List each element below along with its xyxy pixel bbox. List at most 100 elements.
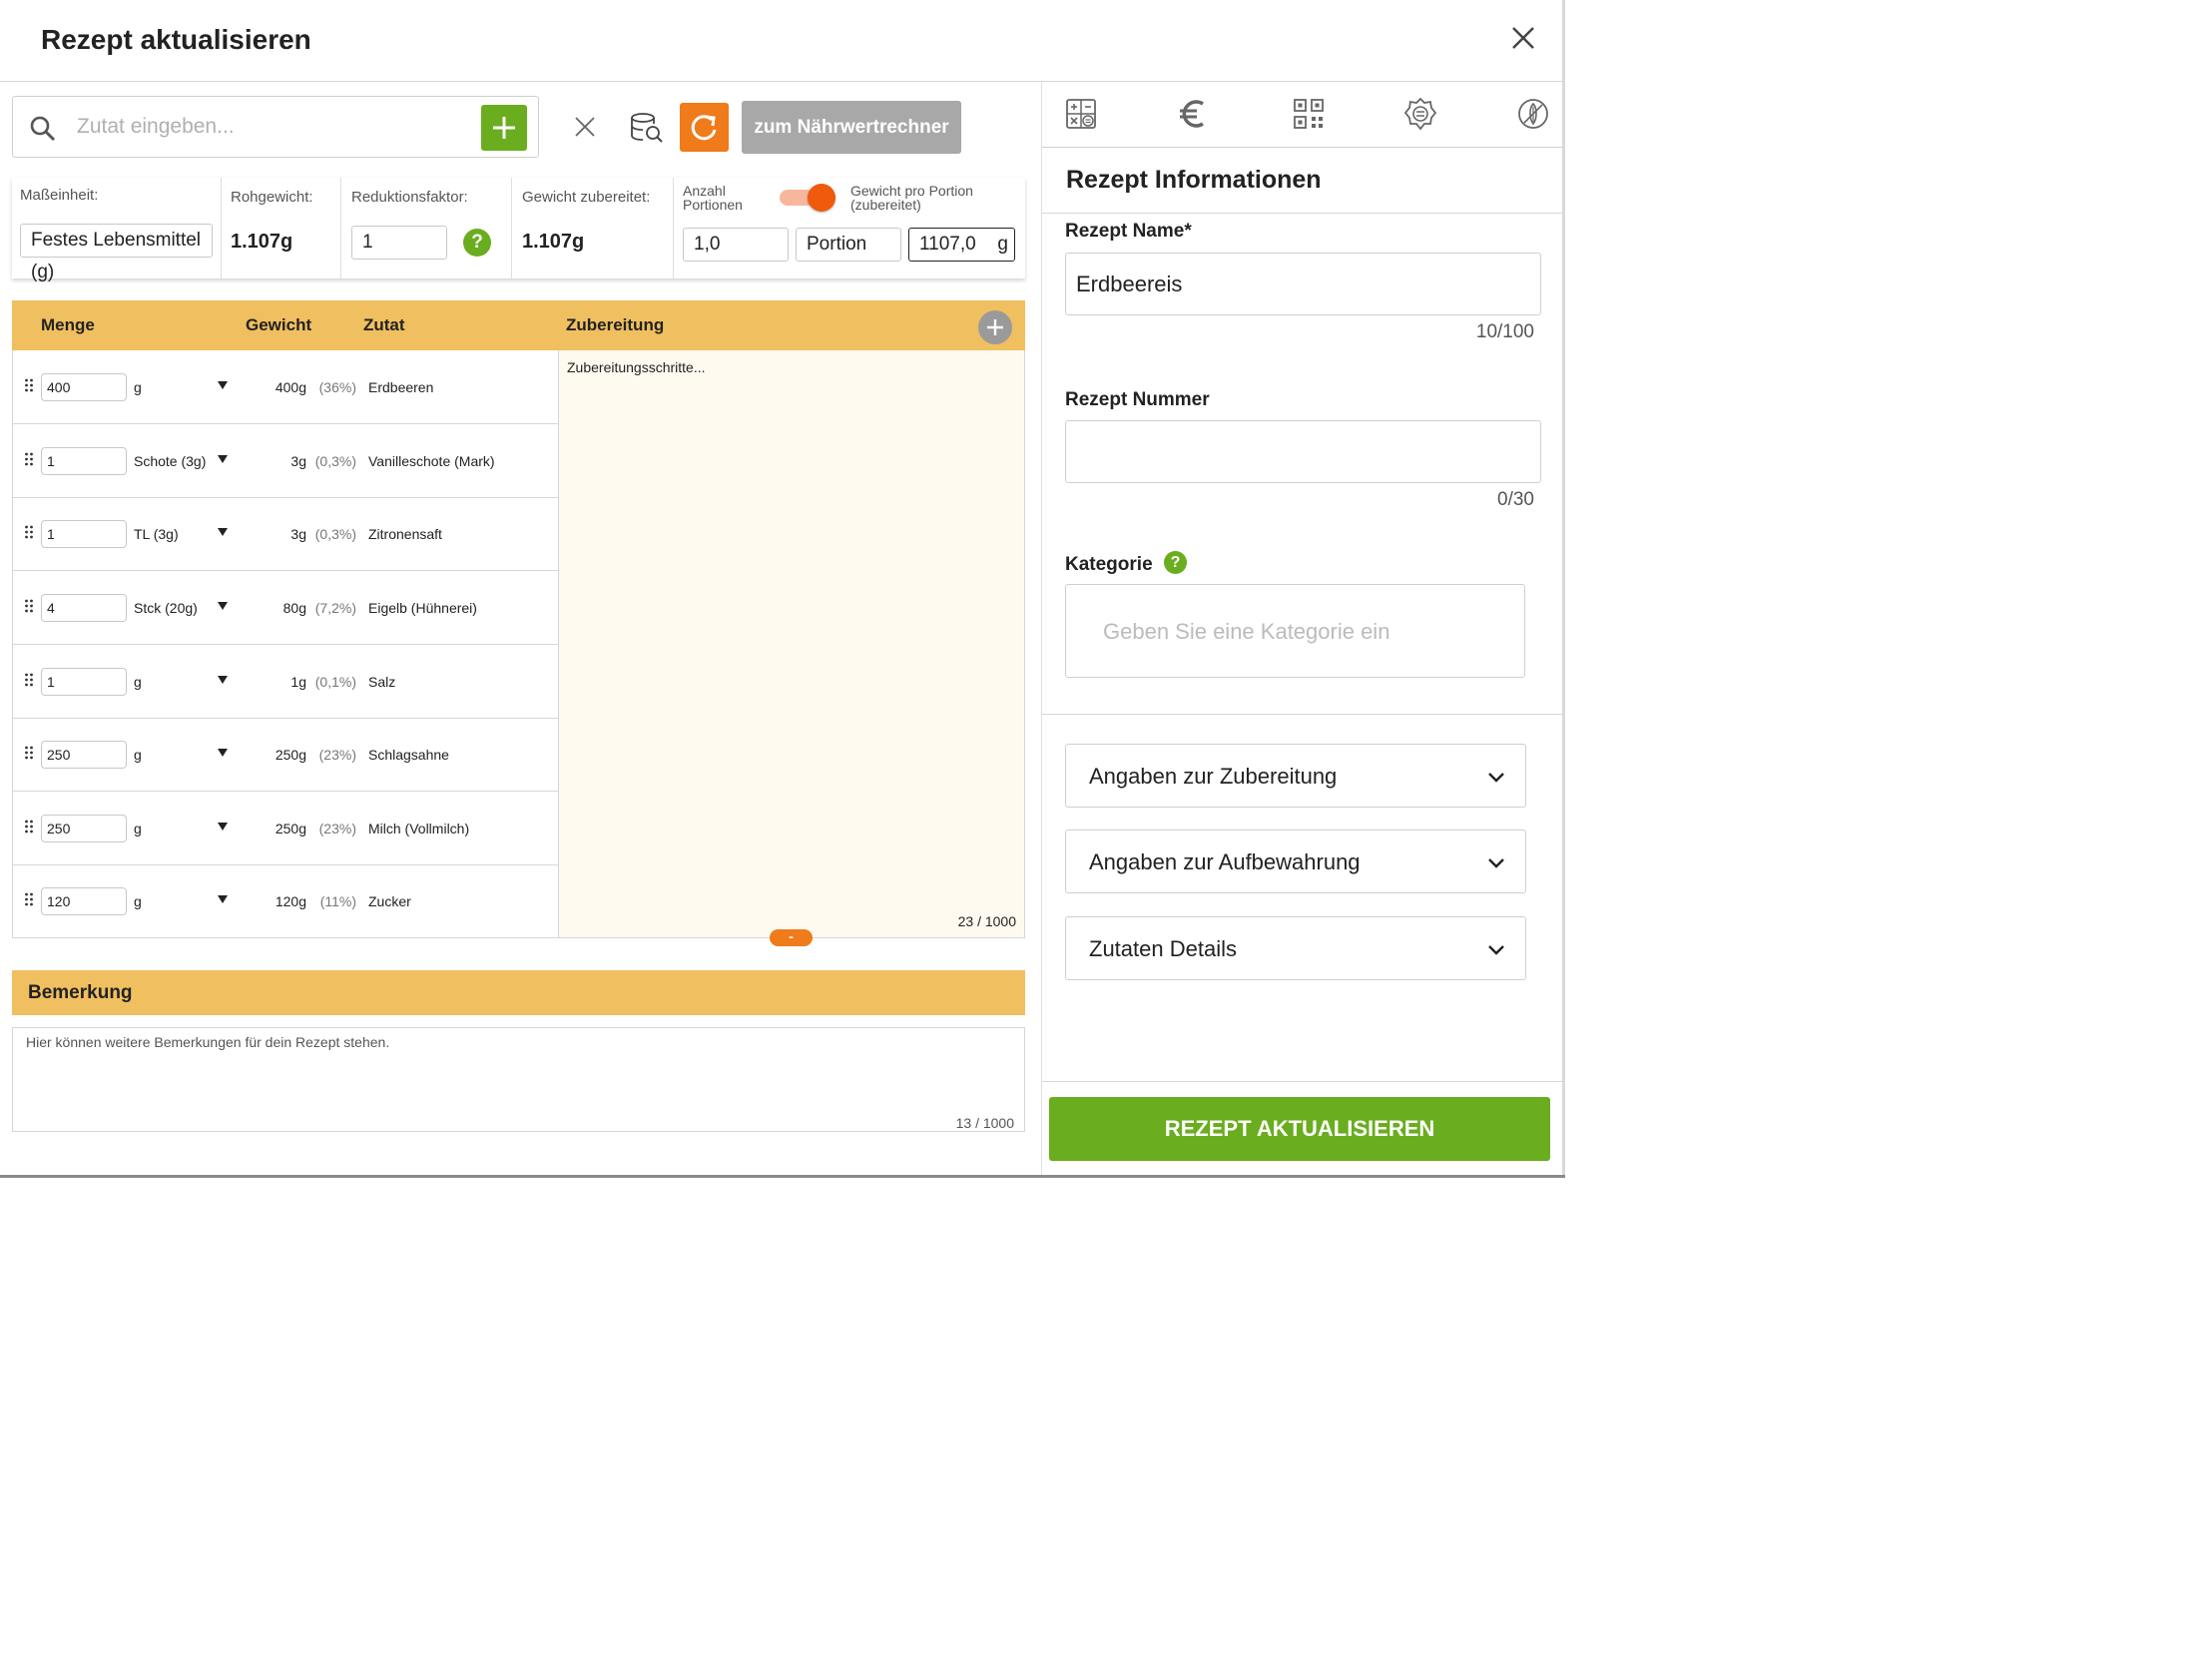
accordion-ingredient-details[interactable]: Zutaten Details	[1065, 916, 1526, 980]
drag-handle-icon[interactable]	[24, 452, 34, 466]
ingredient-name[interactable]: Salz	[368, 674, 395, 690]
ingredient-search-input[interactable]	[77, 109, 456, 145]
divider	[1042, 1081, 1563, 1082]
window-bottom-edge	[0, 1175, 1565, 1178]
tab-qr-code[interactable]	[1292, 97, 1326, 131]
per-portion-toggle[interactable]	[780, 183, 837, 213]
tab-allergens[interactable]	[1403, 97, 1437, 131]
unit-select[interactable]: Festes Lebensmittel (g)	[20, 224, 213, 282]
quantity-input[interactable]: 120	[41, 887, 127, 915]
ingredient-name[interactable]: Milch (Vollmilch)	[368, 821, 469, 836]
ingredient-name[interactable]: Zitronensaft	[368, 526, 442, 542]
quantity-input[interactable]: 400	[41, 373, 127, 401]
collapse-button[interactable]: -	[770, 929, 813, 946]
drag-handle-icon[interactable]	[24, 892, 34, 906]
note-placeholder: Hier können weitere Bemerkungen für dein…	[26, 1034, 390, 1050]
portion-unit-select[interactable]: Portion	[796, 228, 901, 262]
note-header: Bemerkung	[12, 970, 1025, 1015]
close-icon	[1512, 27, 1534, 49]
caret-down-icon[interactable]	[217, 747, 229, 759]
caret-down-icon[interactable]	[217, 893, 229, 905]
window-edge	[1562, 0, 1565, 1178]
add-preparation-step-button[interactable]	[978, 310, 1012, 344]
refresh-button[interactable]	[680, 103, 729, 152]
drag-handle-icon[interactable]	[24, 599, 34, 613]
ingredient-name[interactable]: Eigelb (Hühnerei)	[368, 600, 477, 616]
ingredient-name[interactable]: Vanilleschote (Mark)	[368, 453, 495, 469]
drag-handle-icon[interactable]	[24, 820, 34, 833]
table-row: 120 g 120g (11%) Zucker	[13, 864, 558, 938]
close-button[interactable]	[1505, 20, 1541, 56]
caret-down-icon[interactable]	[217, 674, 229, 686]
category-input[interactable]: Geben Sie eine Kategorie ein	[1065, 584, 1525, 678]
weight-text: 250g	[275, 747, 306, 763]
note-textarea[interactable]: Hier können weitere Bemerkungen für dein…	[12, 1027, 1025, 1132]
caret-down-icon[interactable]	[217, 379, 229, 391]
tab-nutrition[interactable]	[1516, 97, 1550, 131]
ingredient-name[interactable]: Zucker	[368, 893, 411, 909]
quantity-input[interactable]: 1	[41, 668, 127, 696]
drag-handle-icon[interactable]	[24, 525, 34, 539]
weight-text: 120g	[275, 893, 306, 909]
portion-weight-input[interactable]: 1107,0 g	[908, 228, 1015, 262]
accordion-storage[interactable]: Angaben zur Aufbewahrung	[1065, 830, 1526, 893]
drag-handle-icon[interactable]	[24, 746, 34, 760]
portions-label: Anzahl Portionen	[683, 183, 743, 213]
weight-text: 3g	[290, 453, 306, 469]
prepared-weight-label: Gewicht zubereitet:	[522, 189, 651, 206]
preparation-placeholder: Zubereitungsschritte...	[567, 359, 706, 375]
quantity-input[interactable]: 4	[41, 594, 127, 622]
caret-down-icon[interactable]	[217, 821, 229, 832]
ingredient-name[interactable]: Erdbeeren	[368, 379, 433, 395]
clear-search-button[interactable]	[573, 115, 597, 139]
ingredient-table-header: Menge Gewicht Zutat Zubereitung	[12, 300, 1025, 350]
unit-text: Stck (20g)	[134, 600, 198, 616]
portion-weight-unit: g	[997, 234, 1008, 255]
nutrition-icon	[1518, 99, 1548, 129]
quantity-input[interactable]: 250	[41, 815, 127, 842]
add-ingredient-button[interactable]	[481, 105, 527, 151]
table-row: 1 g 1g (0,1%) Salz	[13, 645, 558, 719]
recipe-number-input[interactable]	[1065, 420, 1541, 483]
quantity-input[interactable]: 250	[41, 741, 127, 769]
preparation-textarea[interactable]: Zubereitungsschritte... 23 / 1000	[558, 350, 1025, 938]
recipe-name-input[interactable]	[1065, 253, 1541, 315]
help-icon[interactable]: ?	[1164, 551, 1187, 574]
unit-text: g	[134, 893, 142, 909]
table-row: 1 TL (3g) 3g (0,3%) Zitronensaft	[13, 497, 558, 571]
raw-weight-cell: Rohgewicht: 1.107g	[222, 178, 341, 278]
database-search-button[interactable]	[629, 110, 665, 146]
raw-weight-value: 1.107g	[231, 231, 293, 253]
percent-text: (11%)	[319, 893, 356, 909]
accordion-label: Angaben zur Aufbewahrung	[1089, 849, 1361, 874]
recipe-summary-panel: Maßeinheit: Festes Lebensmittel (g) Rohg…	[12, 178, 1025, 282]
percent-text: (0,1%)	[314, 674, 356, 690]
caret-down-icon[interactable]	[217, 600, 229, 612]
column-ingredient: Zutat	[363, 315, 405, 334]
unit-text: g	[134, 821, 142, 836]
reduction-cell: Reduktionsfaktor: 1 ?	[341, 178, 512, 278]
drag-handle-icon[interactable]	[24, 378, 34, 392]
weight-text: 250g	[275, 821, 306, 836]
nutrition-calculator-button[interactable]: zum Nährwertrechner	[742, 101, 961, 154]
table-row: 1 Schote (3g) 3g (0,3%) Vanilleschote (M…	[13, 424, 558, 498]
update-recipe-button[interactable]: REZEPT AKTUALISIEREN	[1049, 1097, 1550, 1161]
portions-input[interactable]: 1,0	[683, 228, 789, 262]
close-icon	[575, 117, 595, 137]
quantity-input[interactable]: 1	[41, 447, 127, 475]
tab-price[interactable]	[1176, 97, 1210, 131]
caret-down-icon[interactable]	[217, 453, 229, 465]
drag-handle-icon[interactable]	[24, 673, 34, 687]
sidebar-tabs	[1042, 82, 1563, 148]
caret-down-icon[interactable]	[217, 526, 229, 538]
prepared-weight-cell: Gewicht zubereitet: 1.107g	[512, 178, 674, 278]
unit-text: TL (3g)	[134, 526, 179, 542]
modal-header: Rezept aktualisieren	[0, 0, 1565, 82]
tab-calculator[interactable]	[1064, 97, 1098, 131]
accordion-label: Zutaten Details	[1089, 936, 1237, 961]
help-icon[interactable]: ?	[463, 229, 491, 257]
accordion-preparation[interactable]: Angaben zur Zubereitung	[1065, 744, 1526, 808]
quantity-input[interactable]: 1	[41, 520, 127, 548]
ingredient-name[interactable]: Schlagsahne	[368, 747, 449, 763]
reduction-input[interactable]: 1	[351, 226, 447, 260]
